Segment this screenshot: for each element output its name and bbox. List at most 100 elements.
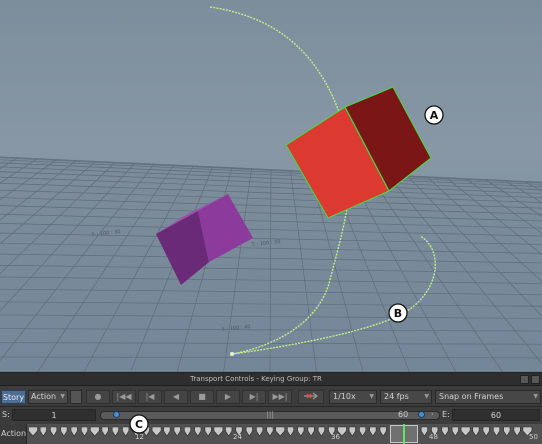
keyframe-marker[interactable] [173,426,181,437]
viewport-scene[interactable]: 5 : 100 : 50 5 : 100 : 40 5 : 100 : 30 A… [0,0,542,372]
keyframe-marker[interactable] [379,426,387,437]
keyframe-marker[interactable] [111,426,119,437]
speed-dropdown[interactable]: 1/10x ▼ [329,390,377,404]
keyframe-marker[interactable] [101,426,109,437]
timeline-tick: 48 [429,433,438,441]
trajectory-start-point[interactable] [230,352,234,356]
next-key-button[interactable]: ▶| [242,390,266,404]
action-dropdown[interactable]: Action ▼ [28,390,68,404]
keyframe-marker[interactable] [482,426,490,437]
fps-dropdown[interactable]: 24 fps ▼ [380,390,432,404]
keyframe-marker[interactable] [184,426,191,437]
callout-a-label: A [430,109,439,122]
ground-grid [0,156,542,372]
goto-end-icon: ▶▶| [272,392,288,401]
keyframe-marker[interactable] [420,426,428,437]
keyframe-marker[interactable] [472,426,480,437]
range-end-handle[interactable] [418,411,425,418]
keyframe-marker[interactable] [348,426,356,437]
playhead-line [403,424,405,444]
callout-b-label: B [394,307,402,320]
keyframe-marker[interactable] [460,426,471,437]
3d-viewport[interactable]: 5 : 100 : 50 5 : 100 : 40 5 : 100 : 30 A… [0,0,542,372]
keyframe-marker[interactable] [275,426,285,437]
prev-key-button[interactable]: |◀ [138,390,162,404]
timeline-tick: 24 [233,433,242,441]
loop-icon [304,392,318,400]
next-key-icon: ▶| [249,392,259,401]
callout-c: C [129,414,149,434]
end-frame-field[interactable]: 60 [452,409,540,421]
keyframe-marker[interactable] [503,426,511,437]
keyframe-marker[interactable] [266,426,274,437]
fps-value: 24 fps [384,392,409,401]
snap-value: Snap on Frames [439,392,504,401]
goto-start-icon: |◀◀ [116,392,132,401]
callout-b: B [388,303,408,323]
keyframe-marker[interactable] [245,426,253,437]
keyframe-marker[interactable] [163,426,171,437]
play-forward-button[interactable]: ▶ [216,390,240,404]
end-label: E: [442,410,450,419]
transport-title-bar: Transport Controls - Keying Group: TR [0,373,542,386]
keyframe-marker[interactable] [287,426,294,437]
timeline-track[interactable]: 12 24 36 48 50 [26,424,542,444]
play-back-button[interactable]: ◀ [164,390,188,404]
stop-button[interactable]: ■ [190,390,214,404]
keyframe-marker[interactable] [213,426,224,437]
keyframe-marker[interactable] [90,426,100,437]
snap-dropdown[interactable]: Snap on Frames ▼ [435,390,541,404]
keyframe-marker[interactable] [81,426,88,437]
keyframe-marker[interactable] [513,426,521,437]
record-icon: ● [94,392,102,401]
start-label: S: [2,410,10,419]
keyframe-marker[interactable] [204,426,212,437]
loop-button[interactable] [298,390,324,404]
keyframe-marker[interactable] [50,426,58,437]
keyframe-marker[interactable] [194,426,202,437]
play-forward-icon: ▶ [224,392,232,401]
callout-a: A [424,105,444,125]
keyframe-marker[interactable] [441,426,449,437]
keyframe-marker[interactable] [359,426,367,437]
keyframe-marker[interactable] [369,426,377,437]
callout-c-label: C [135,418,143,431]
chevron-right-icon[interactable]: › [431,410,434,418]
keyframe-marker[interactable] [151,426,162,437]
keyframe-marker[interactable] [451,426,459,437]
action-dropdown-label: Action [31,392,57,401]
keyframe-marker[interactable] [70,426,78,437]
transport-toolbar: Story Action ▼ ● |◀◀ |◀ ◀ ■ ▶ ▶| ▶▶| 1/1… [0,387,542,407]
stop-icon: ■ [198,392,206,401]
action-key-button[interactable] [70,390,82,404]
chevron-down-icon: ▼ [533,393,538,400]
close-window-button[interactable] [531,375,540,384]
goto-end-button[interactable]: ▶▶| [268,390,292,404]
timeline-tick: 50 [529,433,538,441]
play-back-icon: ◀ [172,392,180,401]
record-button[interactable]: ● [86,390,110,404]
keyframe-marker[interactable] [28,426,38,437]
range-start-handle[interactable] [113,411,120,418]
keyframe-marker[interactable] [317,426,325,437]
keyframe-marker[interactable] [307,426,315,437]
start-frame-field[interactable]: 1 [12,409,96,421]
keyframe-marker[interactable] [493,426,500,437]
goto-start-button[interactable]: |◀◀ [112,390,136,404]
float-window-button[interactable] [520,375,529,384]
keyframe-marker[interactable] [60,426,68,437]
keyframe-marker[interactable] [297,426,305,437]
range-center-grip[interactable]: ||| [266,410,274,419]
keyframe-markers[interactable] [27,424,542,444]
keyframe-marker[interactable] [256,426,264,437]
transport-controls-panel: Transport Controls - Keying Group: TR St… [0,372,542,444]
story-tab[interactable]: Story [1,390,26,404]
keyframe-marker[interactable] [225,426,233,437]
keyframe-marker[interactable] [39,426,47,437]
prev-key-icon: |◀ [145,392,155,401]
speed-value: 1/10x [333,392,356,401]
timeline-track-label: Action [1,429,27,438]
current-frame-value: 60 [398,410,409,419]
time-range-row: S: 1 ‹ ||| 60 › E: 60 [0,408,542,423]
chevron-down-icon: ▼ [60,393,65,400]
